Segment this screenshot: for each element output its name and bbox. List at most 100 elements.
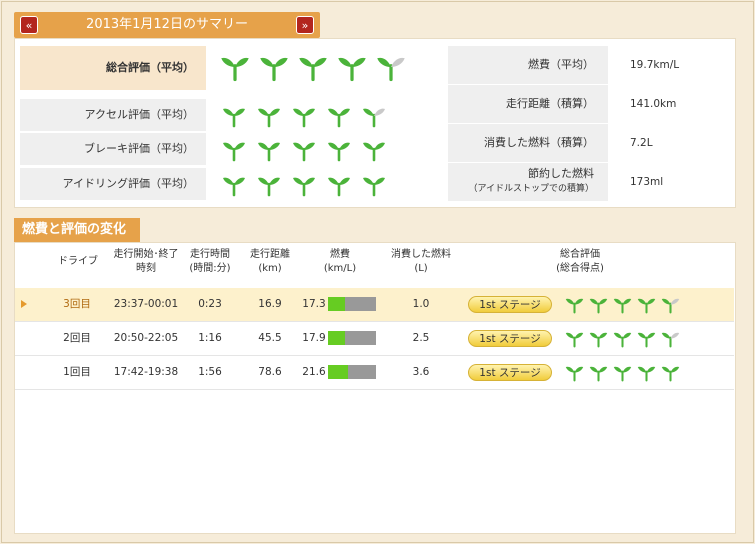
sprout-icon [292,173,316,197]
col-header-distance-line1: 走行距離 [250,249,290,260]
drive-row[interactable]: 3回目 23:37-00:01 0:23 16.9 17.3 1.0 1st ステージ [15,288,734,322]
sprout-icon [298,52,328,82]
sprout-icon [222,138,246,162]
chevron-double-right-icon: » [301,19,309,32]
sprout-icon [259,52,289,82]
sprout-icon [565,329,584,348]
sprout-icon [327,138,351,162]
col-header-duration-line2: (時間:分) [189,263,231,274]
drive-efficiency: 17.3 [302,298,326,310]
drive-fuel-used: 2.5 [412,332,430,344]
efficiency-bar-fill [328,297,345,311]
drive-distance: 45.5 [258,332,282,344]
sprout-icon [661,363,680,382]
col-header-fuel: 消費した燃料 (L) [380,248,462,276]
col-header-efficiency-line1: 燃費 [330,249,350,260]
drive-row[interactable]: 1回目 17:42-19:38 1:56 78.6 21.6 3.6 1st ステージ [15,356,734,390]
accel-rating-label: アクセル評価（平均） [20,99,206,131]
total-distance-label: 走行距離（積算） [448,85,608,123]
idling-rating-label: アイドリング評価（平均） [20,168,206,200]
col-header-distance: 走行距離 (km) [242,248,298,276]
sprout-icon [337,52,367,82]
drive-time-range: 23:37-00:01 [113,298,179,310]
accel-rating-sprouts [222,104,397,128]
col-header-time-line1: 走行開始･終了 [113,249,179,260]
drive-fuel-used: 3.6 [412,366,430,378]
drive-duration: 1:16 [198,332,222,344]
efficiency-bar [328,365,376,379]
avg-fuel-eff-value: 19.7km/L [630,59,680,71]
sprout-icon [565,363,584,382]
sprout-icon [362,173,386,197]
col-header-time: 走行開始･終了 時刻 [108,248,184,276]
prev-day-button[interactable]: « [20,16,38,34]
efficiency-bar [328,297,376,311]
sprout-icon [613,329,632,348]
sprout-icon [222,104,246,128]
sprout-icon [327,104,351,128]
sprout-icon [613,295,632,314]
col-header-time-line2: 時刻 [136,263,156,274]
sprout-icon [589,295,608,314]
drive-number: 3回目 [63,298,91,310]
next-day-button[interactable]: » [296,16,314,34]
stage-button[interactable]: 1st ステージ [468,364,552,381]
drive-duration: 0:23 [198,298,222,310]
efficiency-bar [328,331,376,345]
drive-number: 2回目 [63,332,91,344]
total-fuel-value: 7.2L [630,137,653,149]
col-header-efficiency: 燃費 (km/L) [312,248,368,276]
sprout-icon [637,363,656,382]
sprout-icon [292,138,316,162]
summary-title: 2013年1月12日のサマリー [86,17,248,32]
saved-fuel-value: 173ml [630,176,664,188]
drive-duration: 1:56 [198,366,222,378]
sprout-icon [362,104,386,128]
drive-distance: 16.9 [258,298,282,310]
stage-button[interactable]: 1st ステージ [468,296,552,313]
sprout-icon [661,295,680,314]
col-header-distance-line2: (km) [258,263,282,274]
selected-arrow-icon [21,300,27,308]
sprout-icon [589,329,608,348]
idling-rating-sprouts [222,173,397,197]
drive-rating-sprouts [565,295,685,314]
efficiency-bar-fill [328,331,345,345]
drive-efficiency: 21.6 [302,366,326,378]
efficiency-bar-fill [328,365,349,379]
drive-rating-sprouts [565,329,685,348]
col-header-fuel-line1: 消費した燃料 [391,249,451,260]
col-header-efficiency-line2: (km/L) [323,263,357,274]
sprout-icon [613,363,632,382]
sprout-icon [362,138,386,162]
avg-fuel-eff-label: 燃費（平均） [448,46,608,84]
stage-button[interactable]: 1st ステージ [468,330,552,347]
saved-fuel-sublabel: （アイドルストップでの積算） [468,184,594,194]
saved-fuel-label: 節約した燃料 （アイドルストップでの積算） [448,163,608,201]
drive-row[interactable]: 2回目 20:50-22:05 1:16 45.5 17.9 2.5 1st ステージ [15,322,734,356]
sprout-icon [257,138,281,162]
drive-distance: 78.6 [258,366,282,378]
total-distance-value: 141.0km [630,98,677,110]
total-fuel-label: 消費した燃料（積算） [448,124,608,162]
col-header-drive: ドライブ [58,256,98,267]
saved-fuel-title: 節約した燃料 [528,167,594,180]
sprout-icon [637,295,656,314]
col-header-rating-line2: (総合得点) [556,263,604,274]
changes-section-title: 燃費と評価の変化 [14,218,140,242]
drive-efficiency: 17.9 [302,332,326,344]
total-rating-label: 総合評価（平均） [20,46,206,90]
chevron-double-left-icon: « [25,19,33,32]
sprout-icon [637,329,656,348]
sprout-icon [376,52,406,82]
drive-fuel-used: 1.0 [412,298,430,310]
col-header-rating: 総合評価 (総合得点) [530,248,630,276]
total-rating-sprouts [220,52,415,82]
sprout-icon [661,329,680,348]
drive-time-range: 20:50-22:05 [113,332,179,344]
drive-time-range: 17:42-19:38 [113,366,179,378]
sprout-icon [565,295,584,314]
brake-rating-label: ブレーキ評価（平均） [20,133,206,165]
sprout-icon [220,52,250,82]
col-header-duration: 走行時間 (時間:分) [184,248,236,276]
